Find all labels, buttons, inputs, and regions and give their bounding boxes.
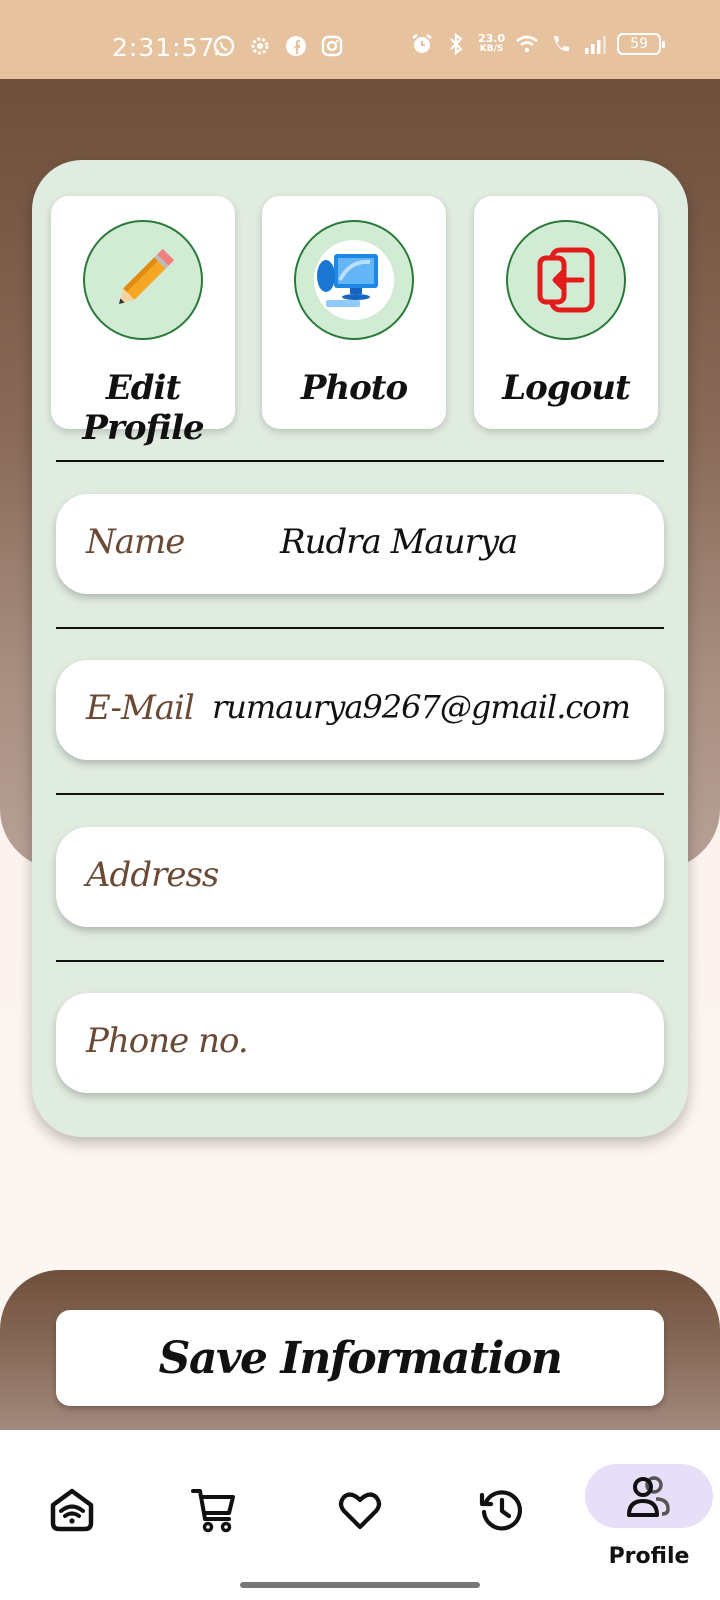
logout-icon: [537, 247, 595, 313]
instagram-icon: [321, 35, 343, 57]
battery-icon: 59: [617, 33, 666, 55]
name-label: Name: [86, 522, 185, 562]
divider: [56, 793, 664, 795]
nav-home[interactable]: [42, 1480, 102, 1540]
name-field[interactable]: Name Rudra Maurya: [56, 494, 664, 594]
notification-icons: [212, 34, 344, 58]
network-speed-unit: KB/S: [479, 44, 504, 54]
phone-label: Phone no.: [86, 1021, 249, 1061]
status-time: 2:31:57: [112, 33, 216, 62]
address-field[interactable]: Address: [56, 827, 664, 927]
email-value[interactable]: rumaurya9267@gmail.com: [212, 688, 631, 726]
cart-icon: [191, 1489, 235, 1533]
logout-label: Logout: [502, 368, 630, 408]
wifi-call-icon: [554, 36, 570, 52]
computer-photo-icon: [314, 240, 394, 320]
divider: [56, 460, 664, 462]
logout-icon-circle: [506, 220, 626, 340]
history-icon: [479, 1490, 523, 1531]
bottom-navigation: Profile: [0, 1430, 720, 1600]
battery-level: 59: [630, 36, 649, 52]
pencil-icon: [118, 248, 175, 305]
logout-button[interactable]: Logout: [474, 196, 658, 429]
network-speed: 23.0 KB/S: [478, 33, 505, 55]
system-icons: 23.0 KB/S 59: [410, 32, 666, 56]
save-information-button[interactable]: Save Information: [56, 1310, 664, 1406]
settings-icon: [251, 37, 269, 55]
signal-icon: [585, 36, 607, 54]
address-label: Address: [86, 855, 219, 895]
save-panel: Save Information: [0, 1270, 720, 1430]
edit-profile-icon-circle: [83, 220, 203, 340]
nav-history[interactable]: [472, 1480, 532, 1540]
facebook-icon: [286, 36, 306, 56]
photo-label: Photo: [300, 368, 408, 408]
alarm-icon: [412, 34, 432, 53]
network-speed-value: 23.0: [478, 32, 506, 45]
edit-profile-label: Edit Profile: [82, 368, 204, 448]
divider: [56, 960, 664, 962]
heart-icon: [338, 1492, 382, 1530]
whatsapp-icon: [213, 35, 235, 57]
email-label: E-Mail: [86, 688, 195, 728]
edit-profile-button[interactable]: Edit Profile: [51, 196, 235, 448]
divider: [56, 627, 664, 629]
profile-icon: [627, 1476, 670, 1517]
profile-card: Edit Profile Photo Logout Name Rudra Mau…: [32, 160, 688, 1137]
bluetooth-icon: [450, 32, 463, 56]
email-field[interactable]: E-Mail rumaurya9267@gmail.com: [56, 660, 664, 760]
status-bar: 2:31:57 23.0 KB/S 59: [0, 0, 720, 79]
phone-field[interactable]: Phone no.: [56, 993, 664, 1093]
home-wifi-icon: [50, 1488, 94, 1532]
photo-icon-circle: [294, 220, 414, 340]
home-indicator: [240, 1582, 480, 1588]
nav-cart[interactable]: [184, 1480, 244, 1540]
wifi-icon: [516, 35, 538, 53]
nav-favorites[interactable]: [330, 1480, 390, 1540]
name-value[interactable]: Rudra Maurya: [280, 522, 518, 562]
photo-button[interactable]: Photo: [262, 196, 446, 429]
nav-profile[interactable]: [585, 1464, 713, 1528]
nav-profile-label: Profile: [608, 1544, 690, 1569]
